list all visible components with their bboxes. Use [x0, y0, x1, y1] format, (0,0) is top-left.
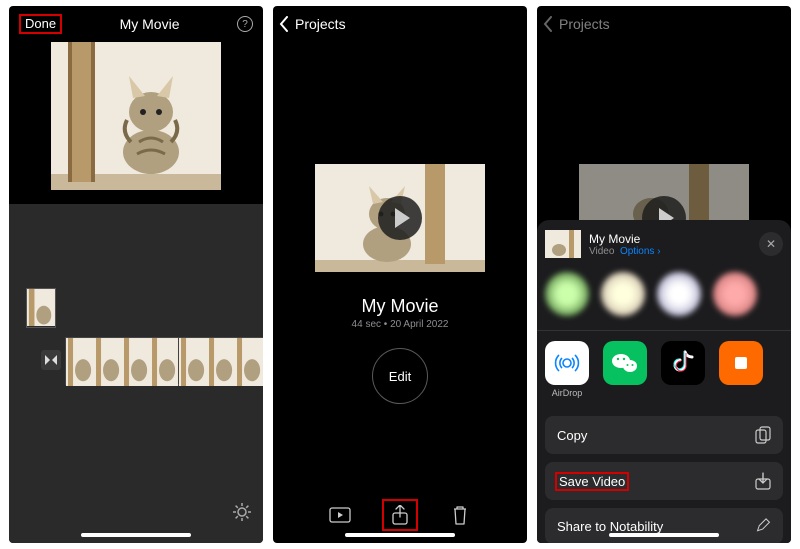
sheet-options[interactable]: Options ›: [620, 246, 661, 257]
contacts-row[interactable]: [545, 272, 783, 316]
help-icon[interactable]: ?: [237, 16, 253, 32]
video-preview[interactable]: [315, 164, 485, 272]
chevron-left-icon: [279, 16, 289, 32]
movie-subtitle: 44 sec • 20 April 2022: [273, 319, 527, 330]
app-generic[interactable]: [719, 341, 763, 398]
share-icon[interactable]: [388, 505, 412, 525]
back-label: Projects: [295, 16, 346, 32]
gear-icon[interactable]: [233, 503, 251, 521]
chevron-left-icon: [543, 16, 553, 32]
screen-share-sheet: Projects My Movie Video Options › ✕: [537, 6, 791, 543]
action-save-video[interactable]: Save Video: [545, 462, 783, 500]
screen-editor: Done My Movie ?: [9, 6, 263, 543]
play-rect-icon[interactable]: [328, 505, 352, 525]
done-button[interactable]: Done: [19, 14, 62, 34]
home-indicator[interactable]: [345, 533, 455, 537]
video-preview[interactable]: [51, 42, 221, 190]
edit-button[interactable]: Edit: [372, 348, 428, 404]
divider: [537, 330, 791, 331]
action-share-notability[interactable]: Share to Notability: [545, 508, 783, 543]
back-label: Projects: [559, 16, 610, 32]
home-indicator[interactable]: [81, 533, 191, 537]
app-airdrop-label: AirDrop: [545, 388, 589, 398]
share-sheet: My Movie Video Options › ✕ AirDrop: [537, 220, 791, 543]
timeline-strip[interactable]: [65, 337, 263, 385]
app-tiktok[interactable]: [661, 341, 705, 398]
pencil-icon: [755, 518, 771, 534]
movie-title: My Movie: [273, 296, 527, 317]
trash-icon[interactable]: [448, 505, 472, 525]
screen-project-detail: Projects My Movie 44 sec • 20 April 2022…: [273, 6, 527, 543]
apps-row: AirDrop: [545, 341, 783, 398]
back-projects[interactable]: Projects: [273, 6, 527, 36]
action-copy[interactable]: Copy: [545, 416, 783, 454]
sheet-subtitle: Video: [589, 246, 614, 257]
back-projects: Projects: [537, 6, 791, 36]
save-icon: [755, 472, 771, 490]
transition-icon[interactable]: [41, 350, 61, 370]
copy-icon: [755, 426, 771, 444]
movie-title: My Movie: [120, 16, 180, 32]
home-indicator[interactable]: [609, 533, 719, 537]
clip-thumbnail[interactable]: [26, 288, 56, 328]
app-airdrop[interactable]: AirDrop: [545, 341, 589, 398]
app-wechat[interactable]: [603, 341, 647, 398]
sheet-thumbnail: [545, 230, 581, 258]
play-icon[interactable]: [378, 196, 422, 240]
close-icon[interactable]: ✕: [759, 232, 783, 256]
sheet-title: My Movie: [589, 232, 751, 246]
